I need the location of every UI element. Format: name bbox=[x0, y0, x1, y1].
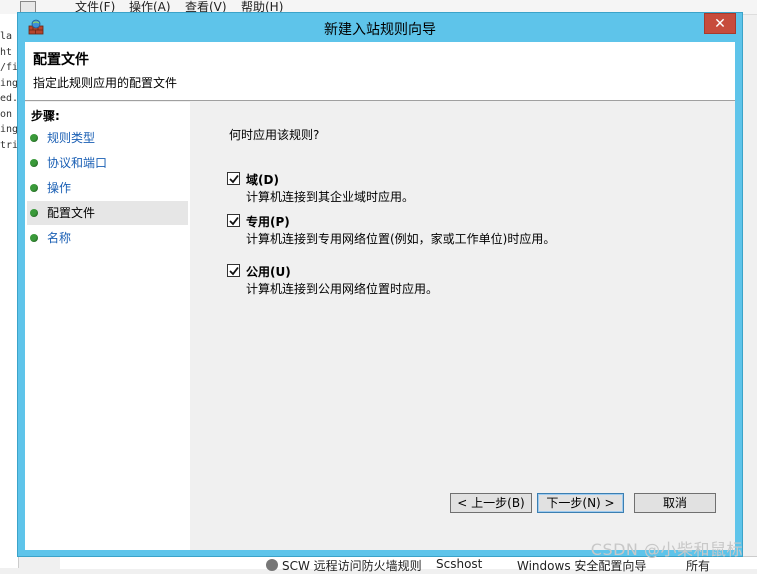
dialog-client-area: 配置文件 指定此规则应用的配置文件 步骤: 规则类型 协议和端口 操作 配置文件 bbox=[25, 42, 735, 550]
next-button[interactable]: 下一步(N) > bbox=[537, 493, 624, 513]
wizard-header: 配置文件 指定此规则应用的配置文件 bbox=[25, 42, 735, 101]
new-inbound-rule-wizard: 新建入站规则向导 ✕ 配置文件 指定此规则应用的配置文件 步骤: 规则类型 协议… bbox=[17, 12, 743, 557]
checkmark-icon bbox=[229, 216, 239, 226]
steps-title: 步骤: bbox=[31, 109, 60, 123]
step-action[interactable]: 操作 bbox=[27, 176, 188, 200]
step-bullet-icon bbox=[30, 134, 38, 142]
step-label: 协议和端口 bbox=[47, 156, 108, 170]
cancel-button[interactable]: 取消 bbox=[634, 493, 716, 513]
close-button[interactable]: ✕ bbox=[704, 13, 736, 34]
back-button[interactable]: < 上一步(B) bbox=[450, 493, 532, 513]
step-profile[interactable]: 配置文件 bbox=[27, 201, 188, 225]
domain-label[interactable]: 域(D) bbox=[246, 171, 279, 188]
checkmark-icon bbox=[229, 174, 239, 184]
domain-checkbox[interactable] bbox=[227, 172, 240, 185]
public-label[interactable]: 公用(U) bbox=[246, 263, 291, 280]
page-subtitle: 指定此规则应用的配置文件 bbox=[33, 76, 178, 90]
step-rule-type[interactable]: 规则类型 bbox=[27, 126, 188, 150]
background-code-text: la ht/fi ing ed. on ing tri bbox=[0, 31, 19, 151]
profile-question: 何时应用该规则? bbox=[229, 128, 320, 142]
dialog-title: 新建入站规则向导 bbox=[324, 22, 436, 38]
rule-status-icon bbox=[266, 559, 278, 571]
page-title: 配置文件 bbox=[33, 52, 89, 68]
step-label: 名称 bbox=[47, 231, 72, 245]
step-label: 规则类型 bbox=[47, 131, 96, 145]
close-icon: ✕ bbox=[714, 16, 726, 32]
private-label[interactable]: 专用(P) bbox=[246, 213, 290, 230]
title-bar[interactable]: 新建入站规则向导 ✕ bbox=[18, 13, 742, 43]
step-protocol-ports[interactable]: 协议和端口 bbox=[27, 151, 188, 175]
private-description: 计算机连接到专用网络位置(例如，家或工作单位)时应用。 bbox=[246, 232, 556, 246]
step-bullet-icon bbox=[30, 209, 38, 217]
profile-content: 何时应用该规则? 域(D) 计算机连接到其企业域时应用。 专用(P) 计算机连接… bbox=[191, 102, 735, 550]
step-label: 操作 bbox=[47, 181, 72, 195]
step-label: 配置文件 bbox=[47, 206, 96, 220]
step-name[interactable]: 名称 bbox=[27, 226, 188, 250]
rule-name[interactable]: SCW 远程访问防火墙规则 bbox=[282, 557, 422, 574]
watermark: CSDN @小柴和鼠标 bbox=[590, 540, 743, 559]
domain-description: 计算机连接到其企业域时应用。 bbox=[246, 190, 415, 204]
public-checkbox[interactable] bbox=[227, 264, 240, 277]
step-bullet-icon bbox=[30, 159, 38, 167]
steps-panel: 步骤: 规则类型 协议和端口 操作 配置文件 名称 bbox=[25, 102, 190, 550]
private-checkbox[interactable] bbox=[227, 214, 240, 227]
checkmark-icon bbox=[229, 266, 239, 276]
step-bullet-icon bbox=[30, 184, 38, 192]
public-description: 计算机连接到公用网络位置时应用。 bbox=[246, 282, 439, 296]
rule-group: Scshost bbox=[436, 557, 483, 571]
step-bullet-icon bbox=[30, 234, 38, 242]
